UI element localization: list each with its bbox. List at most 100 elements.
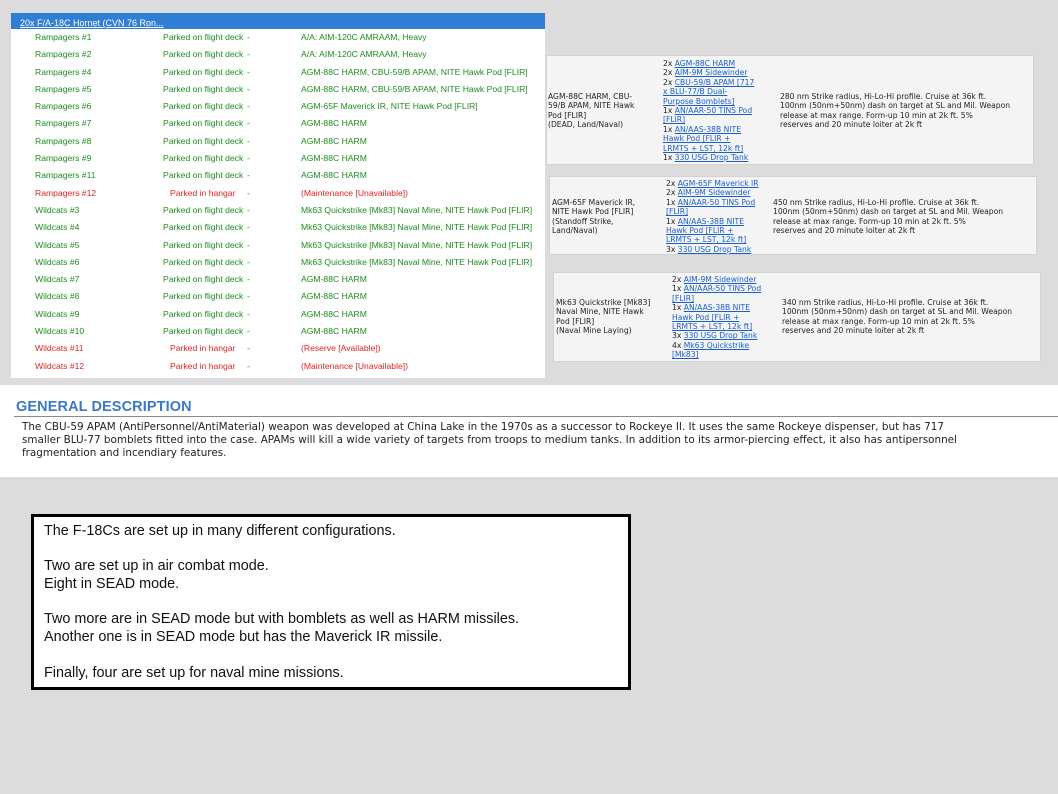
aircraft-loadout: (Maintenance [Unavailable]) [301, 360, 409, 371]
weapon-line: 1x 330 USG Drop Tank [663, 153, 773, 162]
aircraft-name: Wildcats #8 [35, 291, 80, 302]
weapon-link[interactable]: LRMTS + LST, 12k ft] [666, 235, 746, 244]
aircraft-row[interactable]: Rampagers #8 Parked on flight deck - AGM-88… [11, 133, 545, 150]
aircraft-name: Wildcats #9 [35, 308, 80, 319]
mission-profile: 450 nm Strike radius, Hi-Lo-Hi profile. … [773, 198, 1035, 236]
aircraft-loadout: A/A: AIM-120C AMRAAM, Heavy [301, 32, 427, 42]
aircraft-loadout: AGM-88C HARM [301, 153, 367, 164]
weapon-qty: 3x [666, 244, 676, 254]
loadout-name-line: Pod [FLIR] [548, 110, 587, 120]
weapon-qty: 2x [666, 179, 676, 188]
aircraft-row[interactable]: Wildcats #12 Parked in hangar - (Maintenanc… [11, 358, 545, 375]
aircraft-status: Parked on flight deck [163, 118, 244, 129]
aircraft-name: Wildcats #12 [35, 360, 85, 371]
aircraft-row[interactable]: Wildcats #7 Parked on flight deck - AGM-88C… [11, 271, 545, 288]
aircraft-dash: - [247, 222, 250, 233]
weapon-link[interactable]: AN/AAR-50 TINS Pod [678, 198, 755, 207]
note-line: Two more are in SEAD mode but with bombl… [44, 611, 520, 628]
aircraft-rows: Rampagers #1 Parked on flight deck - A/A: A… [11, 29, 545, 375]
description-line: The CBU-59 APAM (AntiPersonnel/AntiMater… [22, 421, 944, 433]
weapon-line: LRMTS + LST, 12k ft] [663, 144, 773, 153]
aircraft-row[interactable]: Rampagers #2 Parked on flight deck - A/A: A… [11, 46, 545, 63]
aircraft-name: Rampagers #4 [35, 66, 92, 77]
weapon-link[interactable]: [Mk83] [672, 350, 699, 359]
aircraft-row[interactable]: Rampagers #5 Parked on flight deck - AGM-88… [11, 81, 545, 98]
weapon-line: 1x AN/AAR-50 TINS Pod [663, 106, 773, 115]
weapon-link[interactable]: LRMTS + LST, 12k ft] [663, 144, 743, 153]
aircraft-row[interactable]: Wildcats #9 Parked on flight deck - AGM-88C… [11, 306, 545, 323]
aircraft-group-link[interactable]: 20x F/A-18C Hornet (CVN 76 Ron... [20, 18, 164, 28]
aircraft-row[interactable]: Rampagers #6 Parked on flight deck - AGM-65… [11, 98, 545, 115]
weapon-link[interactable]: [FLIR] [666, 207, 688, 216]
weapon-link[interactable]: AIM-9M Sidewinder [684, 275, 757, 284]
aircraft-name: Rampagers #2 [35, 49, 92, 60]
note-line: Another one is in SEAD mode but has the … [44, 629, 443, 646]
aircraft-row[interactable]: Rampagers #4 Parked on flight deck - AGM-88… [11, 64, 545, 81]
weapon-line: 1x AN/AAR-50 TINS Pod [672, 284, 782, 293]
section-title: GENERAL DESCRIPTION [16, 399, 192, 415]
aircraft-dash: - [247, 343, 250, 354]
loadout-card-standoff-strike: AGM-65F Maverick IR, NITE Hawk Pod [FLIR]… [549, 176, 1037, 255]
weapon-link[interactable]: [FLIR] [663, 115, 685, 124]
weapon-link[interactable]: Hawk Pod [FLIR + [663, 134, 730, 143]
aircraft-loadout: AGM-88C HARM [301, 291, 367, 302]
aircraft-row[interactable]: Rampagers #11 Parked on flight deck - AGM-8… [11, 167, 545, 184]
aircraft-dash: - [247, 360, 250, 371]
aircraft-row[interactable]: Wildcats #8 Parked on flight deck - AGM-88C… [11, 288, 545, 305]
weapon-line: 2x AIM-9M Sidewinder [672, 275, 782, 284]
aircraft-row[interactable]: Wildcats #6 Parked on flight deck - Mk63 Qu… [11, 254, 545, 271]
weapon-link[interactable]: AIM-9M Sidewinder [678, 188, 751, 197]
aircraft-row[interactable]: Rampagers #7 Parked on flight deck - AGM-88… [11, 115, 545, 132]
note-line: The F-18Cs are set up in many different … [44, 523, 396, 539]
weapon-link[interactable]: 330 USG Drop Tank [684, 331, 758, 340]
weapon-link[interactable]: Purpose Bomblets] [663, 97, 735, 106]
loadout-name-line: Pod [FLIR] [556, 316, 595, 326]
weapon-link[interactable]: AN/AAS-38B NITE [684, 303, 750, 312]
weapon-link[interactable]: Hawk Pod [FLIR + [666, 226, 733, 235]
aircraft-row[interactable]: Wildcats #3 Parked on flight deck - Mk63 Qu… [11, 202, 545, 219]
weapon-line: 1x AN/AAS-38B NITE [663, 125, 773, 134]
aircraft-row[interactable]: Rampagers #9 Parked on flight deck - AGM-88… [11, 150, 545, 167]
weapon-link[interactable]: 330 USG Drop Tank [678, 245, 752, 254]
aircraft-name: Rampagers #1 [35, 32, 92, 42]
weapon-link[interactable]: [FLIR] [672, 294, 694, 303]
mission-profile-line: reserves and 20 minute loiter at 2k ft [782, 326, 925, 336]
aircraft-row[interactable]: Wildcats #10 Parked on flight deck - AGM-88… [11, 323, 545, 340]
aircraft-name: Wildcats #10 [35, 326, 85, 337]
annotation-note: The F-18Cs are set up in many different … [31, 514, 631, 690]
aircraft-row[interactable]: Wildcats #11 Parked in hangar - (Reserve [A… [11, 340, 545, 357]
weapon-link[interactable]: x BLU-77/B Dual- [663, 87, 727, 96]
mission-profile-line: reserves and 20 minute loiter at 2k ft [780, 120, 923, 130]
weapon-qty: 1x [663, 153, 673, 163]
aircraft-status: Parked on flight deck [163, 274, 244, 285]
aircraft-row[interactable]: Rampagers #12 Parked in hangar - (Maintenan… [11, 185, 545, 202]
weapon-line: [FLIR] [666, 207, 776, 216]
weapon-link[interactable]: AN/AAS-38B NITE [675, 125, 741, 134]
weapon-link[interactable]: 330 USG Drop Tank [675, 153, 749, 162]
weapon-list: 2x AGM-88C HARM 2x AIM-9M Sidewinder 2x CB… [663, 59, 773, 162]
weapon-link[interactable]: AN/AAR-50 TINS Pod [675, 106, 752, 115]
weapon-qty: 4x [672, 340, 682, 350]
weapon-link[interactable]: Mk63 Quickstrike [684, 341, 749, 350]
weapon-link[interactable]: AGM-65F Maverick IR [678, 179, 759, 188]
aircraft-loadout: AGM-88C HARM [301, 308, 367, 319]
aircraft-row[interactable]: Wildcats #4 Parked on flight deck - Mk63 Qu… [11, 219, 545, 236]
weapon-qty: 1x [666, 197, 676, 207]
weapon-line: 1x AN/AAS-38B NITE [666, 217, 776, 226]
weapon-link[interactable]: AN/AAS-38B NITE [678, 217, 744, 226]
weapon-link[interactable]: CBU-59/B APAM [717 [675, 78, 755, 87]
aircraft-dash: - [247, 153, 250, 164]
weapon-link[interactable]: AGM-88C HARM [675, 59, 735, 68]
aircraft-dash: - [247, 308, 250, 319]
weapon-link[interactable]: AN/AAR-50 TINS Pod [684, 284, 761, 293]
aircraft-row[interactable]: Rampagers #1 Parked on flight deck - A/A: A… [11, 29, 545, 46]
aircraft-row[interactable]: Wildcats #5 Parked on flight deck - Mk63 Qu… [11, 237, 545, 254]
weapon-link[interactable]: Hawk Pod [FLIR + [672, 313, 739, 322]
weapon-link[interactable]: LRMTS + LST, 12k ft] [672, 322, 752, 331]
weapon-qty: 2x [663, 59, 673, 68]
aircraft-dash: - [247, 291, 250, 302]
mission-profile: 280 nm Strike radius, Hi-Lo-Hi profile. … [780, 92, 1042, 130]
weapon-qty: 1x [663, 124, 673, 134]
weapon-link[interactable]: AIM-9M Sidewinder [675, 68, 748, 77]
aircraft-list-header[interactable]: 20x F/A-18C Hornet (CVN 76 Ron... [11, 13, 545, 29]
